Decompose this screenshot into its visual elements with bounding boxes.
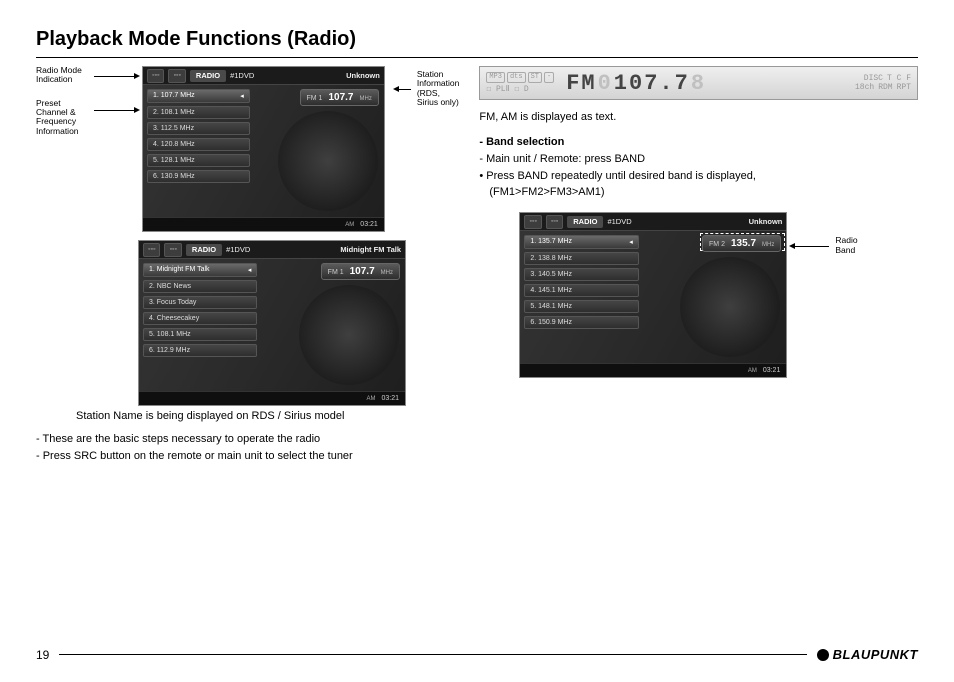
callout-preset-freq: Preset Channel & Frequency Information xyxy=(36,99,92,136)
rds-caption: Station Name is being displayed on RDS /… xyxy=(76,410,459,422)
radio-screenshot-3: ◦◦◦ ◦◦◦ RADIO #1DVD Unknown 1. 135.7 MHz… xyxy=(519,212,787,378)
shot-tab: RADIO xyxy=(567,216,603,228)
brand-dot-icon xyxy=(817,649,829,661)
list-item: 4. 120.8 MHz xyxy=(147,138,250,151)
freq-badge: FM 1 107.7 MHz xyxy=(300,89,379,106)
page-number: 19 xyxy=(36,648,49,662)
list-item: 4. 145.1 MHz xyxy=(524,284,638,297)
lcd-ch: 18ch xyxy=(855,83,874,92)
lcd-ghost: 8 xyxy=(691,71,706,96)
list-item: 1. 135.7 MHz ◂ xyxy=(524,235,638,249)
lcd-ghost: 0 xyxy=(598,71,613,96)
shot-station-name: Midnight FM Talk xyxy=(340,245,401,254)
lcd-rpt: RPT xyxy=(897,83,911,92)
radio-screenshot-1: ◦◦◦ ◦◦◦ RADIO #1DVD Unknown 1. 107.7 MHz… xyxy=(142,66,385,232)
shot-btn: ◦◦◦ xyxy=(143,243,160,257)
shot-btn: ◦◦◦ xyxy=(524,215,541,229)
lcd-tcf: T C F xyxy=(887,74,911,83)
speaker-icon xyxy=(299,285,399,385)
lcd-rdm: RDM xyxy=(878,83,892,92)
shot-tab: RADIO xyxy=(190,70,226,82)
lcd-tag: - xyxy=(544,72,554,83)
arrow-right-icon xyxy=(94,108,140,112)
freq-badge: FM 1 107.7 MHz xyxy=(321,263,400,280)
footer-rule xyxy=(59,654,806,655)
list-item: 1. 107.7 MHz ◂ xyxy=(147,89,250,103)
list-item: 1. Midnight FM Talk ◂ xyxy=(143,263,257,277)
lcd-freq: 107.7 xyxy=(614,71,690,96)
callout-radio-band: Radio Band xyxy=(835,236,857,255)
shot-ampm: AM xyxy=(748,368,757,374)
lcd-tag: ST xyxy=(528,72,542,83)
lcd-display: MP3 dts ST - ☐ PLⅡ ☐ D FM 0 107.7 8 DISC xyxy=(479,66,918,100)
shot-ampm: AM xyxy=(345,222,354,228)
freq-badge: FM 2 135.7 MHz xyxy=(702,235,781,252)
list-item: 5. 108.1 MHz xyxy=(143,328,257,341)
list-item: 6. 150.9 MHz xyxy=(524,316,638,329)
title-rule xyxy=(36,57,918,58)
radio-screenshot-2: ◦◦◦ ◦◦◦ RADIO #1DVD Midnight FM Talk 1. … xyxy=(138,240,406,406)
shot-btn: ◦◦◦ xyxy=(168,69,185,83)
shot-btn: ◦◦◦ xyxy=(546,215,563,229)
shot-clock: 03:21 xyxy=(360,221,378,228)
shot-btn: ◦◦◦ xyxy=(164,243,181,257)
arrow-left-icon xyxy=(789,244,829,248)
shot-src: #1DVD xyxy=(230,71,254,80)
left-body-text: - These are the basic steps necessary to… xyxy=(36,432,459,464)
lcd-tag: MP3 xyxy=(486,72,505,83)
page-title: Playback Mode Functions (Radio) xyxy=(36,28,918,51)
shot-btn: ◦◦◦ xyxy=(147,69,164,83)
list-item: 2. 108.1 MHz xyxy=(147,106,250,119)
callout-radio-mode: Radio Mode Indication xyxy=(36,66,92,85)
lcd-row2: ☐ PLⅡ ☐ D xyxy=(486,84,554,94)
lcd-band: FM xyxy=(566,71,596,96)
lcd-tag: dts xyxy=(507,72,526,83)
list-item: 6. 130.9 MHz xyxy=(147,170,250,183)
list-item: 2. NBC News xyxy=(143,280,257,293)
shot-clock: 03:21 xyxy=(381,395,399,402)
shot-src: #1DVD xyxy=(226,245,250,254)
shot-tab: RADIO xyxy=(186,244,222,256)
list-item: 3. 112.5 MHz xyxy=(147,122,250,135)
speaker-icon xyxy=(680,257,780,357)
list-item: 3. Focus Today xyxy=(143,296,257,309)
callout-station-info: Station Information (RDS, Sirius only) xyxy=(417,70,460,107)
arrow-right-icon xyxy=(94,74,140,78)
shot-ampm: AM xyxy=(366,396,375,402)
arrow-left-icon xyxy=(393,87,411,91)
shot-station-name: Unknown xyxy=(346,71,380,80)
brand-logo: BLAUPUNKT xyxy=(817,647,918,662)
list-item: 5. 148.1 MHz xyxy=(524,300,638,313)
shot-station-name: Unknown xyxy=(749,217,783,226)
list-item: 6. 112.9 MHz xyxy=(143,344,257,357)
lcd-disc: DISC xyxy=(864,74,883,83)
list-item: 5. 128.1 MHz xyxy=(147,154,250,167)
shot-clock: 03:21 xyxy=(763,367,781,374)
list-item: 4. Cheesecakey xyxy=(143,312,257,325)
shot-src: #1DVD xyxy=(607,217,631,226)
list-item: 2. 138.8 MHz xyxy=(524,252,638,265)
right-body-text: FM, AM is displayed as text. - Band sele… xyxy=(479,110,918,200)
list-item: 3. 140.5 MHz xyxy=(524,268,638,281)
speaker-icon xyxy=(278,111,378,211)
